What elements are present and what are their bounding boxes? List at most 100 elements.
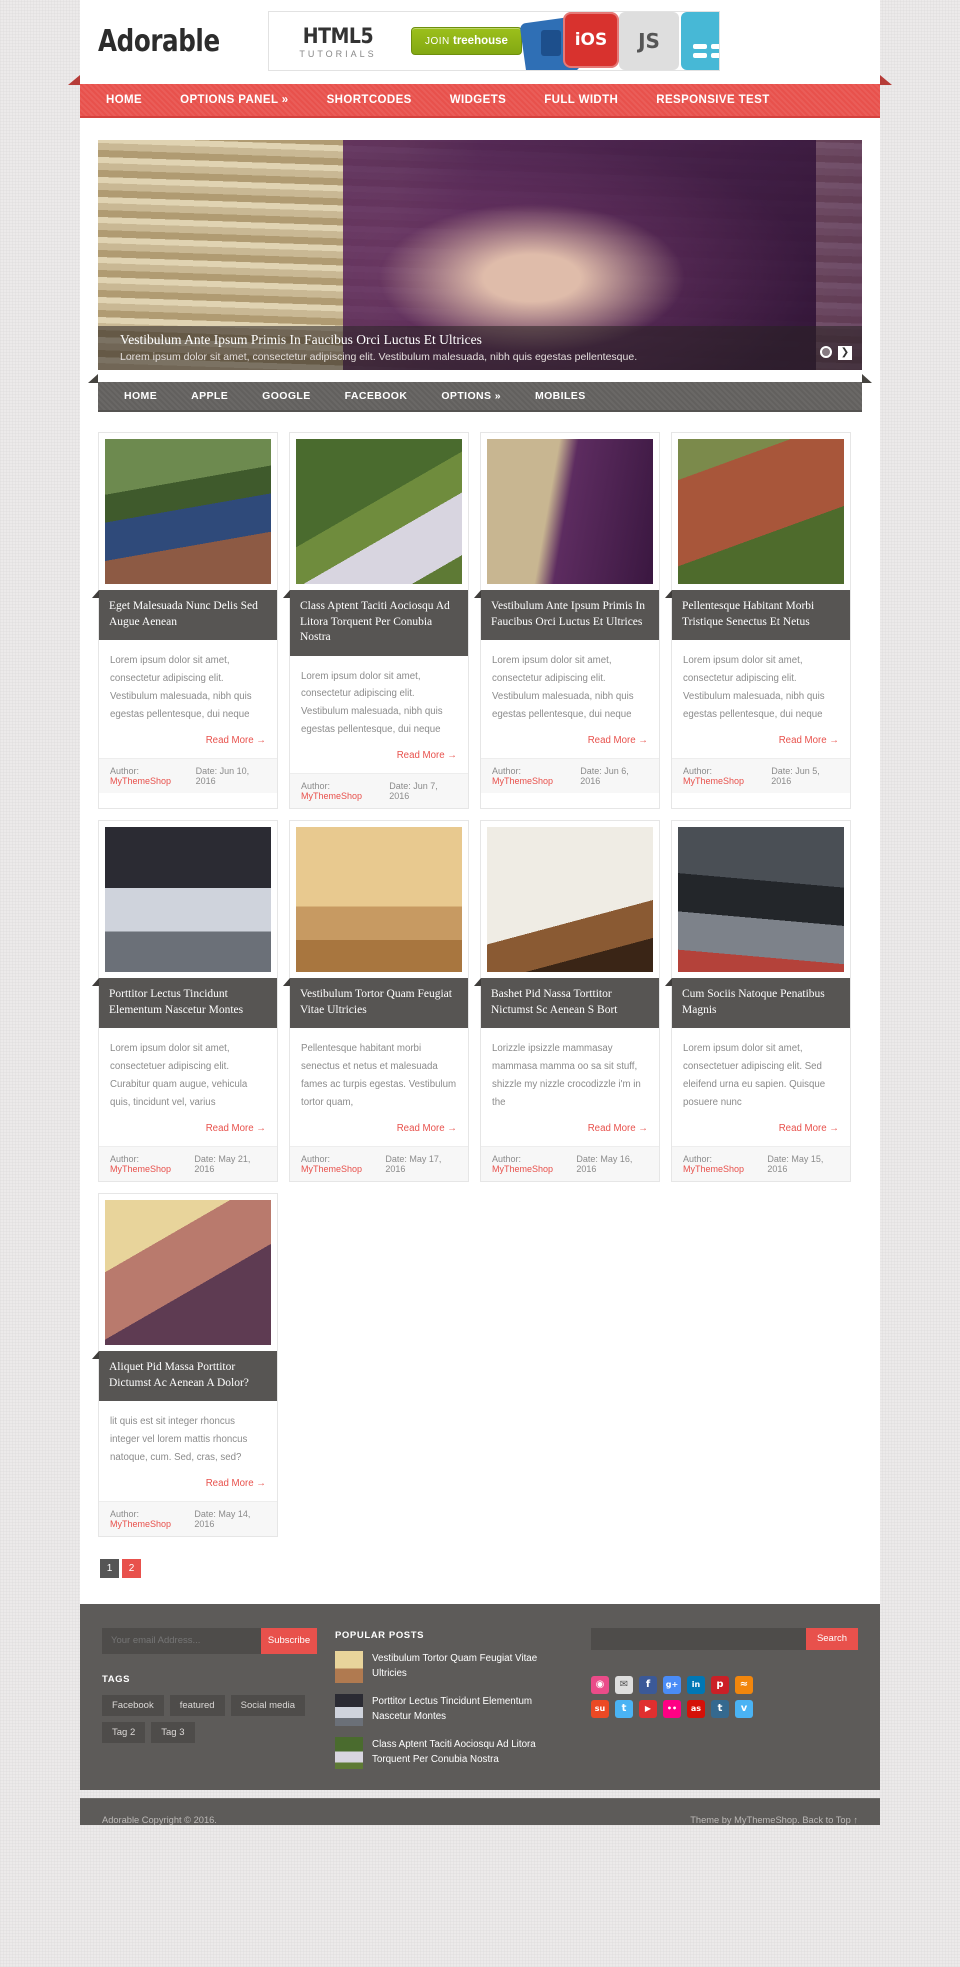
popular-post-thumbnail[interactable] [335, 1693, 363, 1726]
popular-post-thumbnail[interactable] [335, 1650, 363, 1683]
read-more-link[interactable]: Read More → [206, 735, 266, 746]
catnav-item-options[interactable]: OPTIONS » [424, 390, 518, 402]
site-logo[interactable]: Adorable [98, 24, 221, 59]
post-card[interactable]: Porttitor Lectus Tincidunt Elementum Nas… [92, 820, 278, 1183]
read-more-link[interactable]: Read More → [779, 735, 839, 746]
flickr-icon[interactable]: •• [663, 1699, 681, 1718]
lastfm-icon[interactable]: as [687, 1699, 705, 1718]
popular-post-link[interactable]: Porttitor Lectus Tincidunt Elementum Nas… [372, 1694, 567, 1726]
post-title[interactable]: Bashet Pid Nassa Torttitor Nictumst Sc A… [474, 978, 659, 1029]
read-more-link[interactable]: Read More → [588, 1123, 648, 1134]
facebook-icon[interactable]: f [639, 1675, 657, 1694]
subscribe-button[interactable]: Subscribe [261, 1627, 317, 1654]
popular-post-item[interactable]: Vestibulum Tortor Quam Feugiat Vitae Ult… [335, 1650, 567, 1683]
tag-social-media[interactable]: Social media [230, 1694, 305, 1716]
author-name[interactable]: MyThemeShop [492, 1164, 553, 1174]
pagination-page-1[interactable]: 1 [100, 1558, 119, 1578]
featured-slider[interactable]: Vestibulum Ante Ipsum Primis In Faucibus… [98, 140, 862, 370]
post-thumbnail[interactable] [105, 439, 271, 584]
join-treehouse-button[interactable]: JOIN treehouse [411, 27, 522, 55]
nav-item-full-width[interactable]: FULL WIDTH [525, 94, 637, 106]
read-more-link[interactable]: Read More → [779, 1123, 839, 1134]
popular-post-item[interactable]: Class Aptent Taciti Aociosqu Ad Litora T… [335, 1736, 567, 1769]
popular-post-link[interactable]: Class Aptent Taciti Aociosqu Ad Litora T… [372, 1737, 567, 1769]
author-name[interactable]: MyThemeShop [492, 776, 553, 786]
post-card[interactable]: Class Aptent Taciti Aociosqu Ad Litora T… [283, 432, 469, 810]
post-thumbnail[interactable] [678, 439, 844, 584]
post-thumbnail[interactable] [296, 439, 462, 584]
post-thumbnail[interactable] [487, 827, 653, 973]
post-title[interactable]: Eget Malesuada Nunc Delis Sed Augue Aene… [92, 590, 277, 641]
post-thumbnail[interactable] [105, 827, 271, 973]
popular-post-item[interactable]: Porttitor Lectus Tincidunt Elementum Nas… [335, 1693, 567, 1726]
post-thumbnail[interactable] [105, 1200, 271, 1346]
rss-icon[interactable]: ≈ [735, 1675, 753, 1694]
post-title[interactable]: Cum Sociis Natoque Penatibus Magnis [665, 978, 850, 1029]
linkedin-icon[interactable]: in [687, 1675, 705, 1694]
pinterest-icon[interactable]: p [711, 1675, 729, 1694]
tag-facebook[interactable]: Facebook [102, 1694, 164, 1716]
post-title[interactable]: Porttitor Lectus Tincidunt Elementum Nas… [92, 978, 277, 1029]
author-name[interactable]: MyThemeShop [301, 791, 362, 801]
subscribe-email-input[interactable] [102, 1627, 261, 1654]
catnav-item-apple[interactable]: APPLE [174, 390, 245, 402]
slider-next-button[interactable]: ❯ [838, 346, 852, 360]
read-more-link[interactable]: Read More → [397, 750, 457, 761]
slider-dot[interactable] [820, 346, 832, 358]
post-title[interactable]: Vestibulum Ante Ipsum Primis In Faucibus… [474, 590, 659, 641]
read-more-link[interactable]: Read More → [588, 735, 648, 746]
popular-post-link[interactable]: Vestibulum Tortor Quam Feugiat Vitae Ult… [372, 1651, 567, 1683]
author-name[interactable]: MyThemeShop [110, 1519, 171, 1529]
slide-title[interactable]: Vestibulum Ante Ipsum Primis In Faucibus… [120, 332, 840, 348]
post-title[interactable]: Pellentesque Habitant Morbi Tristique Se… [665, 590, 850, 641]
author-name[interactable]: MyThemeShop [110, 1164, 171, 1174]
search-button[interactable]: Search [806, 1627, 858, 1650]
post-thumbnail[interactable] [296, 827, 462, 973]
read-more-link[interactable]: Read More → [397, 1123, 457, 1134]
post-card[interactable]: Bashet Pid Nassa Torttitor Nictumst Sc A… [474, 820, 660, 1183]
nav-item-responsive-test[interactable]: RESPONSIVE TEST [637, 94, 788, 106]
popular-post-thumbnail[interactable] [335, 1736, 363, 1769]
search-input[interactable] [591, 1627, 806, 1650]
post-card[interactable]: Vestibulum Tortor Quam Feugiat Vitae Ult… [283, 820, 469, 1183]
author-name[interactable]: MyThemeShop [110, 776, 171, 786]
vimeo-icon[interactable]: v [735, 1699, 753, 1718]
tag-tag-2[interactable]: Tag 2 [102, 1721, 146, 1743]
ad-banner[interactable]: HTML5 TUTORIALS JOIN treehouse iOS JS [268, 11, 720, 71]
catnav-item-google[interactable]: GOOGLE [245, 390, 328, 402]
post-card[interactable]: Eget Malesuada Nunc Delis Sed Augue Aene… [92, 432, 278, 810]
post-card[interactable]: Vestibulum Ante Ipsum Primis In Faucibus… [474, 432, 660, 810]
catnav-item-mobiles[interactable]: MOBILES [518, 390, 603, 402]
nav-item-home[interactable]: HOME [98, 94, 161, 106]
tumblr-icon[interactable]: t [711, 1699, 729, 1718]
post-title[interactable]: Aliquet Pid Massa Porttitor Dictumst Ac … [92, 1351, 277, 1402]
pagination-page-2[interactable]: 2 [122, 1558, 141, 1578]
googleplus-icon[interactable]: g+ [663, 1675, 681, 1694]
tag-featured[interactable]: featured [169, 1694, 225, 1716]
youtube-icon[interactable]: ▶ [639, 1699, 657, 1718]
post-card[interactable]: Aliquet Pid Massa Porttitor Dictumst Ac … [92, 1193, 278, 1537]
dribbble-icon[interactable]: ◉ [591, 1675, 609, 1694]
author-name[interactable]: MyThemeShop [683, 776, 744, 786]
post-title[interactable]: Class Aptent Taciti Aociosqu Ad Litora T… [283, 590, 468, 656]
catnav-item-facebook[interactable]: FACEBOOK [328, 390, 425, 402]
post-card[interactable]: Pellentesque Habitant Morbi Tristique Se… [665, 432, 851, 810]
catnav-item-home[interactable]: HOME [116, 390, 174, 402]
post-thumbnail[interactable] [678, 827, 844, 973]
author-name[interactable]: MyThemeShop [301, 1164, 362, 1174]
post-thumbnail[interactable] [487, 439, 653, 584]
twitter-icon[interactable]: t [615, 1699, 633, 1718]
post-title[interactable]: Vestibulum Tortor Quam Feugiat Vitae Ult… [283, 978, 468, 1029]
nav-item-options-panel[interactable]: OPTIONS PANEL » [161, 94, 307, 106]
stumbleupon-icon[interactable]: su [591, 1699, 609, 1718]
author-name[interactable]: MyThemeShop [683, 1164, 744, 1174]
email-icon[interactable]: ✉ [615, 1675, 633, 1694]
tag-tag-3[interactable]: Tag 3 [151, 1721, 195, 1743]
read-more-link[interactable]: Read More → [206, 1123, 266, 1134]
read-more-link[interactable]: Read More → [206, 1478, 266, 1489]
nav-item-shortcodes[interactable]: SHORTCODES [308, 94, 431, 106]
back-to-top-link[interactable]: Back to Top ↑ [802, 1815, 858, 1825]
post-card[interactable]: Cum Sociis Natoque Penatibus Magnis Lore… [665, 820, 851, 1183]
nav-item-widgets[interactable]: WIDGETS [431, 94, 525, 106]
date-label: Date: [385, 1154, 407, 1165]
